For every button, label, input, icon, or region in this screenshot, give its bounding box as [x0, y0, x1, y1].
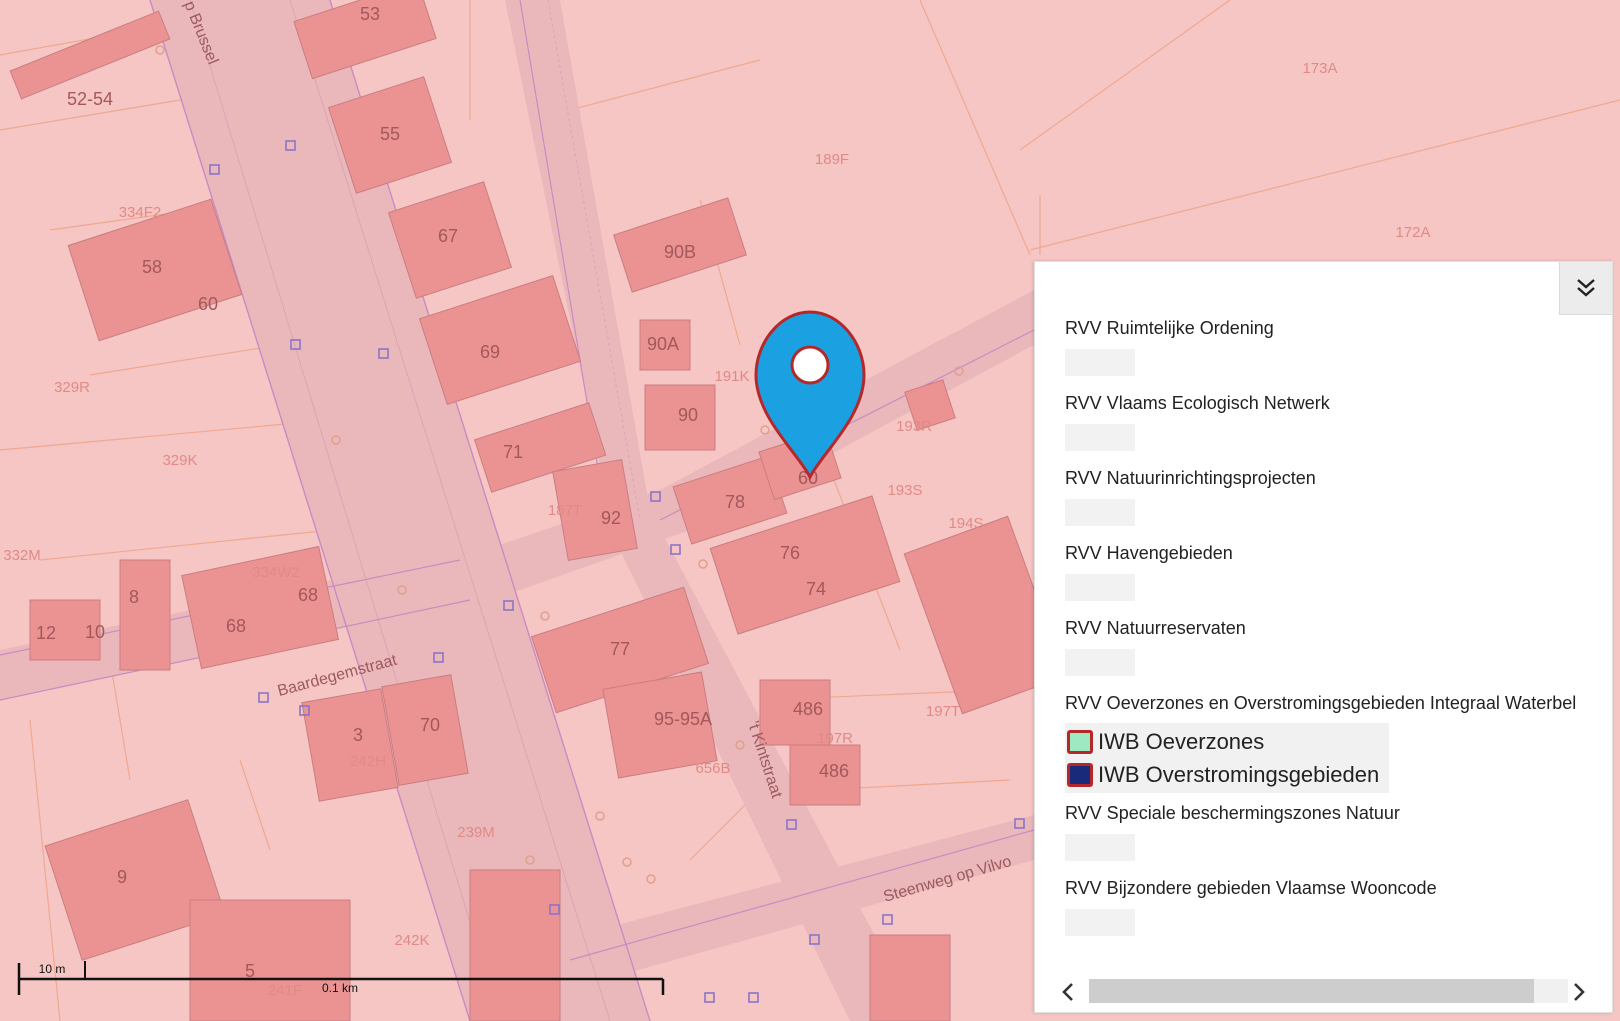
legend-layer-placeholder	[1065, 649, 1135, 676]
house-number: 95-95A	[654, 709, 712, 729]
legend-layer-title: RVV Havengebieden	[1065, 543, 1233, 563]
legend-panel: RVV Ruimtelijke Ordening RVV Vlaams Ecol…	[1034, 261, 1613, 1013]
parcel-id: 197R	[817, 730, 853, 747]
legend-item-oeverzones: IWB Oeverzones	[1065, 725, 1389, 758]
parcel-id: 189F	[815, 151, 849, 168]
house-number: 53	[360, 4, 380, 24]
scrollbar-track[interactable]	[1089, 979, 1568, 1003]
house-number: 8	[129, 587, 139, 607]
parcel-id: 239M	[457, 824, 495, 841]
legend-layer-title: RVV Speciale beschermingszones Natuur	[1065, 803, 1400, 823]
legend-body: RVV Ruimtelijke Ordening RVV Vlaams Ecol…	[1065, 318, 1612, 953]
legend-layer-title: RVV Vlaams Ecologisch Netwerk	[1065, 393, 1330, 413]
parcel-id: 334W2	[252, 564, 300, 581]
house-number: 68	[226, 616, 246, 636]
legend-layer-title: RVV Bijzondere gebieden Vlaamse Wooncode	[1065, 878, 1437, 898]
house-number: 55	[380, 124, 400, 144]
parcel-id: 172A	[1395, 224, 1430, 241]
double-chevron-down-icon	[1577, 279, 1595, 297]
house-number: 76	[780, 543, 800, 563]
swatch-overstromingsgebieden	[1067, 762, 1093, 787]
legend-layer-placeholder	[1065, 574, 1135, 601]
chevron-left-icon[interactable]	[1057, 980, 1081, 1004]
house-number: 78	[725, 492, 745, 512]
scale-label-small: 10 m	[39, 962, 66, 976]
parcel-id: 173A	[1302, 60, 1337, 77]
house-number: 70	[420, 715, 440, 735]
legend-layer-placeholder	[1065, 349, 1135, 376]
house-number: 52-54	[67, 89, 113, 109]
parcel-id: 197T	[926, 703, 960, 720]
house-number: 67	[438, 226, 458, 246]
parcel-id: 329R	[54, 379, 90, 396]
scale-bar: 10 m 0.1 km	[17, 961, 665, 995]
house-number: 90B	[664, 242, 696, 262]
legend-layer-placeholder	[1065, 499, 1135, 526]
house-number: 90	[678, 405, 698, 425]
parcel-id: 193S	[887, 482, 922, 499]
parcel-id: 334F2	[119, 204, 162, 221]
legend-item-label: IWB Oeverzones	[1098, 728, 1265, 754]
iwb-legend-items: IWB Oeverzones IWB Overstromingsgebieden	[1065, 723, 1389, 793]
parcel-id: 194S	[948, 515, 983, 532]
legend-layer-placeholder	[1065, 834, 1135, 861]
house-number: 3	[353, 725, 363, 745]
house-number: 71	[503, 442, 523, 462]
house-number: 74	[806, 579, 826, 599]
house-number: 10	[85, 622, 105, 642]
legend-layer-placeholder	[1065, 424, 1135, 451]
house-number: 92	[601, 508, 621, 528]
parcel-id: 242K	[394, 932, 429, 949]
house-number: 60	[198, 294, 218, 314]
parcel-id: 656B	[695, 760, 730, 777]
parcel-id: 187T	[548, 502, 582, 519]
legend-layer-title: RVV Ruimtelijke Ordening	[1065, 318, 1274, 338]
legend-layer-title: RVV Natuurreservaten	[1065, 618, 1246, 638]
legend-layer-title: RVV Oeverzones en Overstromingsgebieden …	[1065, 693, 1577, 713]
parcel-id: 191K	[714, 368, 749, 385]
house-number: 90A	[647, 334, 679, 354]
legend-collapse-button[interactable]	[1559, 262, 1612, 315]
parcel-id: 329K	[162, 452, 197, 469]
legend-layer-placeholder	[1065, 909, 1135, 936]
parcel-id: 193R	[896, 418, 932, 435]
house-number: 12	[36, 623, 56, 643]
horizontal-scrollbar[interactable]	[1035, 972, 1612, 1012]
legend-item-label: IWB Overstromingsgebieden	[1098, 761, 1380, 787]
scrollbar-thumb[interactable]	[1089, 979, 1534, 1003]
chevron-right-icon[interactable]	[1566, 980, 1590, 1004]
swatch-oeverzones	[1067, 729, 1093, 754]
house-number: 68	[298, 585, 318, 605]
scale-label-large: 0.1 km	[322, 981, 358, 995]
house-number: 69	[480, 342, 500, 362]
house-number: 486	[819, 761, 849, 781]
house-number: 9	[117, 867, 127, 887]
house-number: 58	[142, 257, 162, 277]
legend-item-overstromingsgebieden: IWB Overstromingsgebieden	[1065, 758, 1389, 791]
legend-layer-title: RVV Natuurinrichtingsprojecten	[1065, 468, 1316, 488]
parcel-id: 242H	[350, 753, 386, 770]
parcel-id: 332M	[3, 547, 41, 564]
house-number: 486	[793, 699, 823, 719]
house-number: 77	[610, 639, 630, 659]
